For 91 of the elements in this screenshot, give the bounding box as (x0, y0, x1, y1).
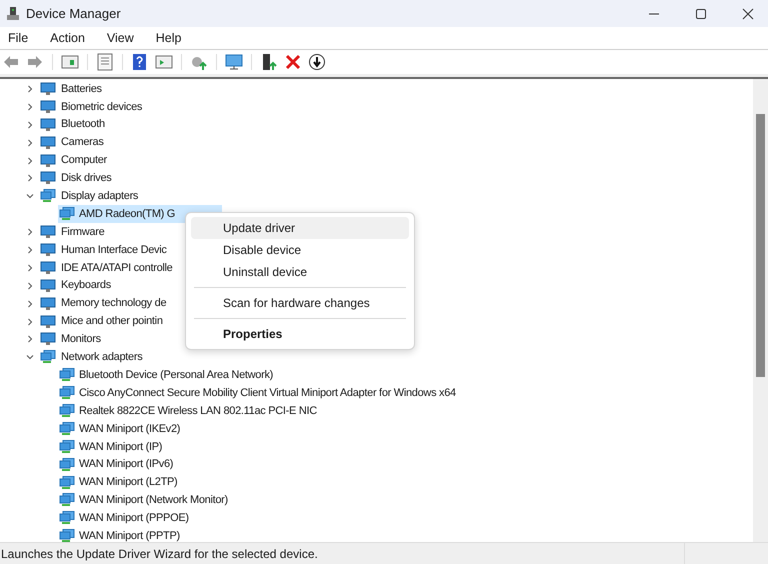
tree-item[interactable]: WAN Miniport (IP) (58, 438, 168, 456)
device-icon (40, 100, 56, 114)
network-adapter-icon (59, 368, 75, 382)
menu-item[interactable]: View (106, 28, 134, 48)
network-adapter-icon (40, 189, 56, 204)
network-adapter-icon (59, 404, 75, 418)
chevron-right-icon[interactable] (26, 156, 34, 164)
device-icon (40, 278, 56, 293)
scrollbar[interactable] (753, 79, 768, 542)
forward-arrow-icon[interactable] (26, 53, 44, 71)
window-title: Device Manager (26, 4, 121, 23)
menu-item[interactable]: Help (156, 28, 182, 48)
help-icon[interactable] (131, 53, 149, 71)
action-pane-icon[interactable] (155, 53, 173, 71)
tree-item[interactable]: Keyboards (61, 277, 111, 294)
network-adapter-icon (59, 386, 75, 400)
tree-item[interactable]: Firmware (61, 224, 104, 240)
tree-item[interactable]: WAN Miniport (IKEv2) (58, 420, 186, 438)
chevron-right-icon[interactable] (26, 300, 34, 308)
tree-item[interactable]: Human Interface Devic (61, 242, 167, 258)
tree-item[interactable]: Biometric devices (61, 98, 142, 116)
menu-item[interactable]: Scan for hardware changes (191, 292, 409, 314)
tree-item[interactable]: WAN Miniport (L2TP) (58, 474, 184, 492)
tree-item[interactable]: Realtek 8822CE Wireless LAN 802.11ac PCI-E NIC (58, 402, 323, 420)
chevron-right-icon[interactable] (26, 84, 34, 93)
chevron-right-icon[interactable] (26, 228, 34, 236)
tree-item[interactable]: WAN Miniport (Network Monitor) (58, 491, 234, 510)
network-adapter-icon (59, 422, 75, 436)
tree-item[interactable]: Bluetooth (61, 116, 105, 133)
menu-item[interactable]: File (8, 28, 28, 48)
tree-item[interactable]: WAN Miniport (PPPOE) (58, 509, 195, 528)
tree-item[interactable]: Cisco AnyConnect Secure Mobility Client Virtual Miniport Adapter for Windows x64 (58, 384, 462, 402)
tree-item[interactable]: Mice and other pointin (61, 313, 163, 330)
chevron-right-icon[interactable] (26, 335, 34, 344)
chevron-down-icon[interactable] (26, 192, 34, 200)
console-tree-icon[interactable] (61, 53, 79, 71)
network-adapter-icon (59, 529, 75, 542)
menu-item[interactable]: Action (50, 28, 85, 48)
device-icon (40, 154, 56, 168)
menu-item[interactable]: Properties (191, 323, 409, 345)
network-adapter-icon (59, 476, 75, 490)
device-icon (40, 314, 56, 329)
menu-item[interactable]: Uninstall device (191, 261, 409, 283)
device-icon (40, 260, 56, 275)
tree-item[interactable]: Monitors (61, 331, 101, 348)
tree-item[interactable]: Memory technology de (61, 295, 166, 312)
device-icon (40, 242, 56, 257)
maximize-icon[interactable] (695, 8, 707, 20)
network-adapter-icon (59, 458, 75, 472)
device-icon (40, 332, 56, 346)
device-icon (40, 136, 56, 150)
chevron-down-icon[interactable] (26, 353, 34, 362)
tree-item[interactable]: Computer (61, 152, 107, 169)
network-adapter-icon (40, 350, 56, 364)
scan-monitor-icon[interactable] (225, 53, 243, 71)
network-adapter-icon (59, 493, 75, 508)
network-adapter-icon (59, 511, 75, 526)
close-icon[interactable] (742, 8, 754, 20)
chevron-right-icon[interactable] (26, 264, 34, 272)
chevron-right-icon[interactable] (26, 282, 34, 290)
chevron-right-icon[interactable] (26, 120, 34, 129)
device-icon (40, 296, 56, 311)
chevron-right-icon[interactable] (26, 318, 34, 326)
device-icon (40, 225, 56, 240)
tree-item[interactable]: Disk drives (61, 170, 112, 187)
tree-item[interactable]: Bluetooth Device (Personal Area Network) (58, 366, 280, 384)
uninstall-x-icon[interactable] (284, 53, 302, 71)
app-icon (6, 6, 20, 20)
network-adapter-icon (59, 440, 75, 454)
chevron-right-icon[interactable] (26, 246, 34, 254)
menu-item[interactable]: Update driver (191, 217, 409, 239)
tree-item[interactable]: WAN Miniport (PPTP) (58, 527, 186, 542)
tree-item[interactable]: Display adapters (61, 188, 138, 205)
chevron-right-icon[interactable] (26, 174, 34, 182)
scrollbar-thumb[interactable] (756, 114, 765, 377)
network-adapter-icon (59, 207, 75, 222)
menu-item[interactable]: Disable device (191, 239, 409, 261)
chevron-right-icon[interactable] (26, 138, 34, 147)
device-icon (40, 171, 56, 186)
chevron-right-icon[interactable] (26, 102, 34, 111)
tree-item[interactable]: Batteries (61, 80, 102, 98)
download-circle-icon[interactable] (308, 53, 326, 71)
status-text: Launches the Update Driver Wizard for the selected device. (0, 546, 319, 562)
tree-item[interactable]: Cameras (61, 134, 104, 151)
device-icon (40, 118, 56, 132)
tree-item[interactable]: Network adapters (61, 349, 142, 366)
update-driver-icon[interactable] (260, 53, 278, 71)
properties-sheet-icon[interactable] (96, 53, 114, 71)
device-icon (40, 82, 56, 96)
tree-item[interactable]: WAN Miniport (IPv6) (58, 456, 180, 474)
tree-item[interactable]: IDE ATA/ATAPI controlle (61, 260, 172, 276)
